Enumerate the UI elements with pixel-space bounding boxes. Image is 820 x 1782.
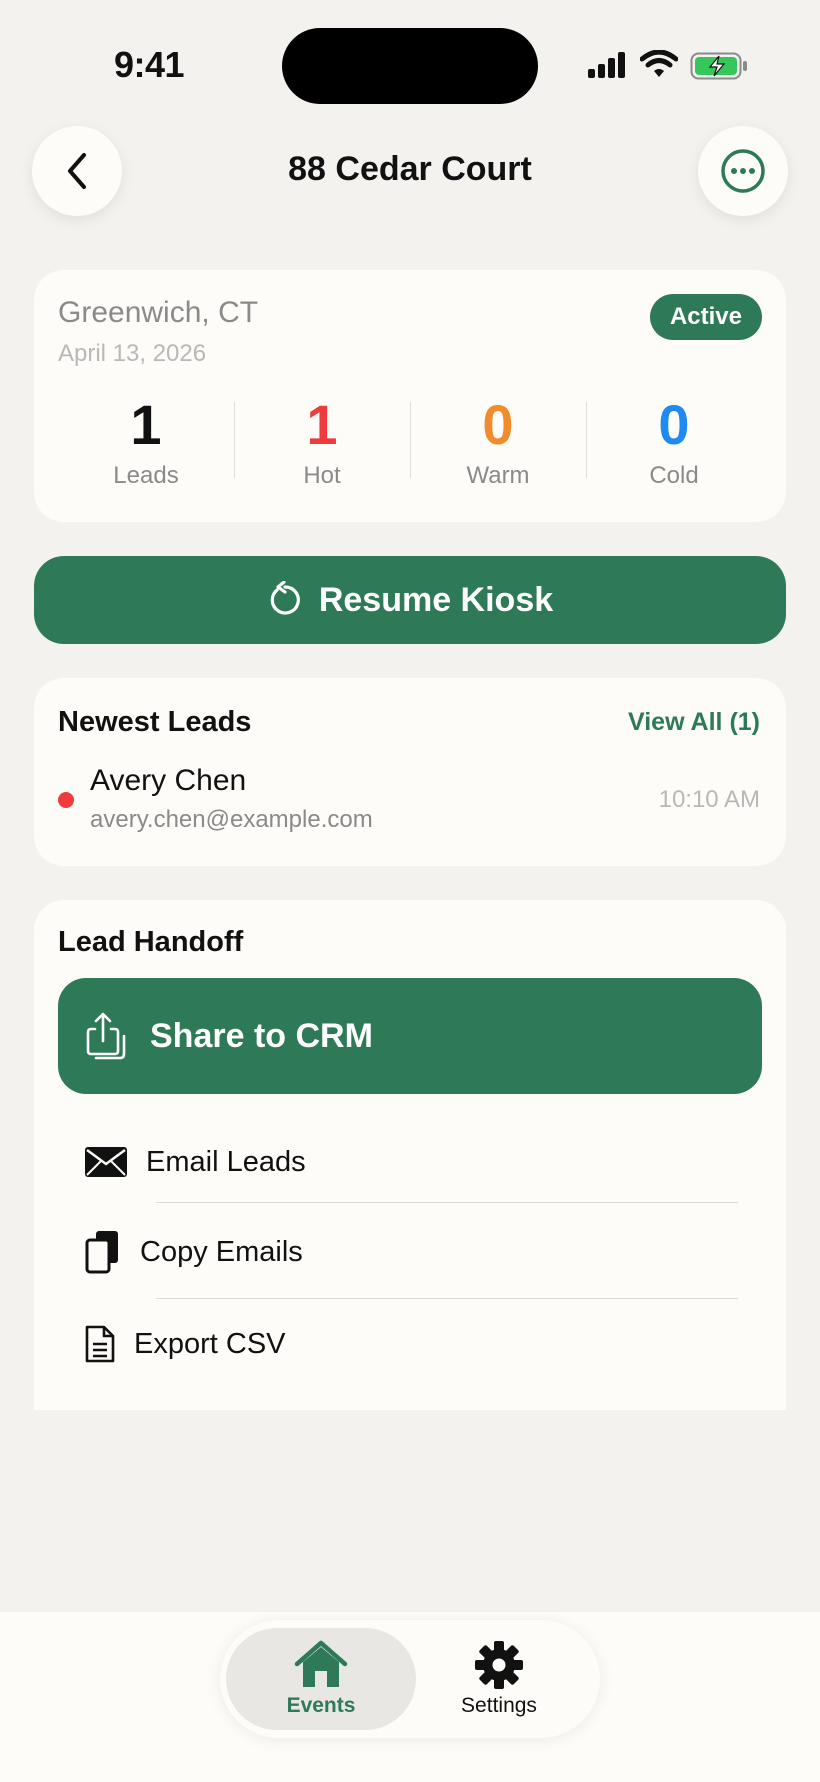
page-title: 88 Cedar Court xyxy=(288,150,532,188)
stat-cold: 0 Cold xyxy=(586,390,762,500)
event-summary-card: Greenwich, CT April 13, 2026 Active 1 Le… xyxy=(34,270,786,522)
export-csv-label: Export CSV xyxy=(134,1327,286,1360)
ellipsis-circle-icon xyxy=(721,149,765,193)
status-time: 9:41 xyxy=(114,44,185,85)
newest-leads-card: Newest Leads View All (1) Avery Chen ave… xyxy=(34,678,786,866)
envelope-icon xyxy=(85,1147,127,1177)
stat-label: Hot xyxy=(303,462,341,489)
view-all-link[interactable]: View All (1) xyxy=(628,708,760,737)
resume-kiosk-label: Resume Kiosk xyxy=(318,580,554,619)
lead-handoff-card: Lead Handoff Share to CRM Email Leads Co… xyxy=(34,900,786,1410)
tab-events-label: Events xyxy=(286,1694,356,1717)
gear-icon xyxy=(475,1641,523,1689)
tab-settings[interactable]: Settings xyxy=(404,1628,594,1730)
restart-arrow-icon xyxy=(270,581,300,615)
email-leads-label: Email Leads xyxy=(146,1145,306,1178)
dynamic-island xyxy=(282,28,538,104)
document-icon xyxy=(85,1325,115,1363)
lead-email: avery.chen@example.com xyxy=(90,806,373,833)
event-date: April 13, 2026 xyxy=(58,340,207,367)
stat-value: 0 xyxy=(482,393,514,456)
status-bar: 9:41 xyxy=(0,0,820,110)
export-csv-button[interactable]: Export CSV xyxy=(84,1308,746,1380)
newest-leads-title: Newest Leads xyxy=(58,706,252,738)
chevron-left-icon xyxy=(68,153,86,189)
copy-icon xyxy=(85,1231,118,1274)
tab-bar: Events Settings xyxy=(220,1620,600,1738)
cellular-signal-icon xyxy=(588,52,625,78)
stat-hot: 1 Hot xyxy=(234,390,410,500)
tab-settings-label: Settings xyxy=(461,1694,537,1717)
stat-label: Cold xyxy=(649,462,699,489)
status-badge: Active xyxy=(649,294,762,340)
copy-emails-label: Copy Emails xyxy=(140,1235,303,1268)
tab-events[interactable]: Events xyxy=(226,1628,416,1730)
share-icon xyxy=(86,1012,126,1060)
divider xyxy=(156,1202,738,1203)
stat-leads: 1 Leads xyxy=(58,390,234,500)
lead-stats: 1 Leads 1 Hot 0 Warm 0 Cold xyxy=(58,390,762,500)
back-button[interactable] xyxy=(32,126,122,216)
stat-label: Leads xyxy=(113,462,179,489)
event-location: Greenwich, CT xyxy=(58,296,259,329)
lead-name: Avery Chen xyxy=(90,764,247,797)
stat-label: Warm xyxy=(466,462,530,489)
lead-time: 10:10 AM xyxy=(658,786,760,813)
copy-emails-button[interactable]: Copy Emails xyxy=(84,1216,746,1288)
stat-value: 1 xyxy=(130,393,162,456)
resume-kiosk-button[interactable]: Resume Kiosk xyxy=(34,556,786,644)
stat-value: 1 xyxy=(306,393,338,456)
email-leads-button[interactable]: Email Leads xyxy=(84,1126,746,1198)
wifi-icon xyxy=(640,50,678,77)
share-to-crm-button[interactable]: Share to CRM xyxy=(58,978,762,1094)
divider xyxy=(156,1298,738,1299)
lead-handoff-title: Lead Handoff xyxy=(58,926,244,958)
share-to-crm-label: Share to CRM xyxy=(150,1016,373,1055)
stat-warm: 0 Warm xyxy=(410,390,586,500)
more-options-button[interactable] xyxy=(698,126,788,216)
stat-value: 0 xyxy=(658,393,690,456)
battery-charging-icon xyxy=(690,52,747,80)
house-icon xyxy=(294,1640,348,1687)
hot-status-dot xyxy=(58,792,74,808)
